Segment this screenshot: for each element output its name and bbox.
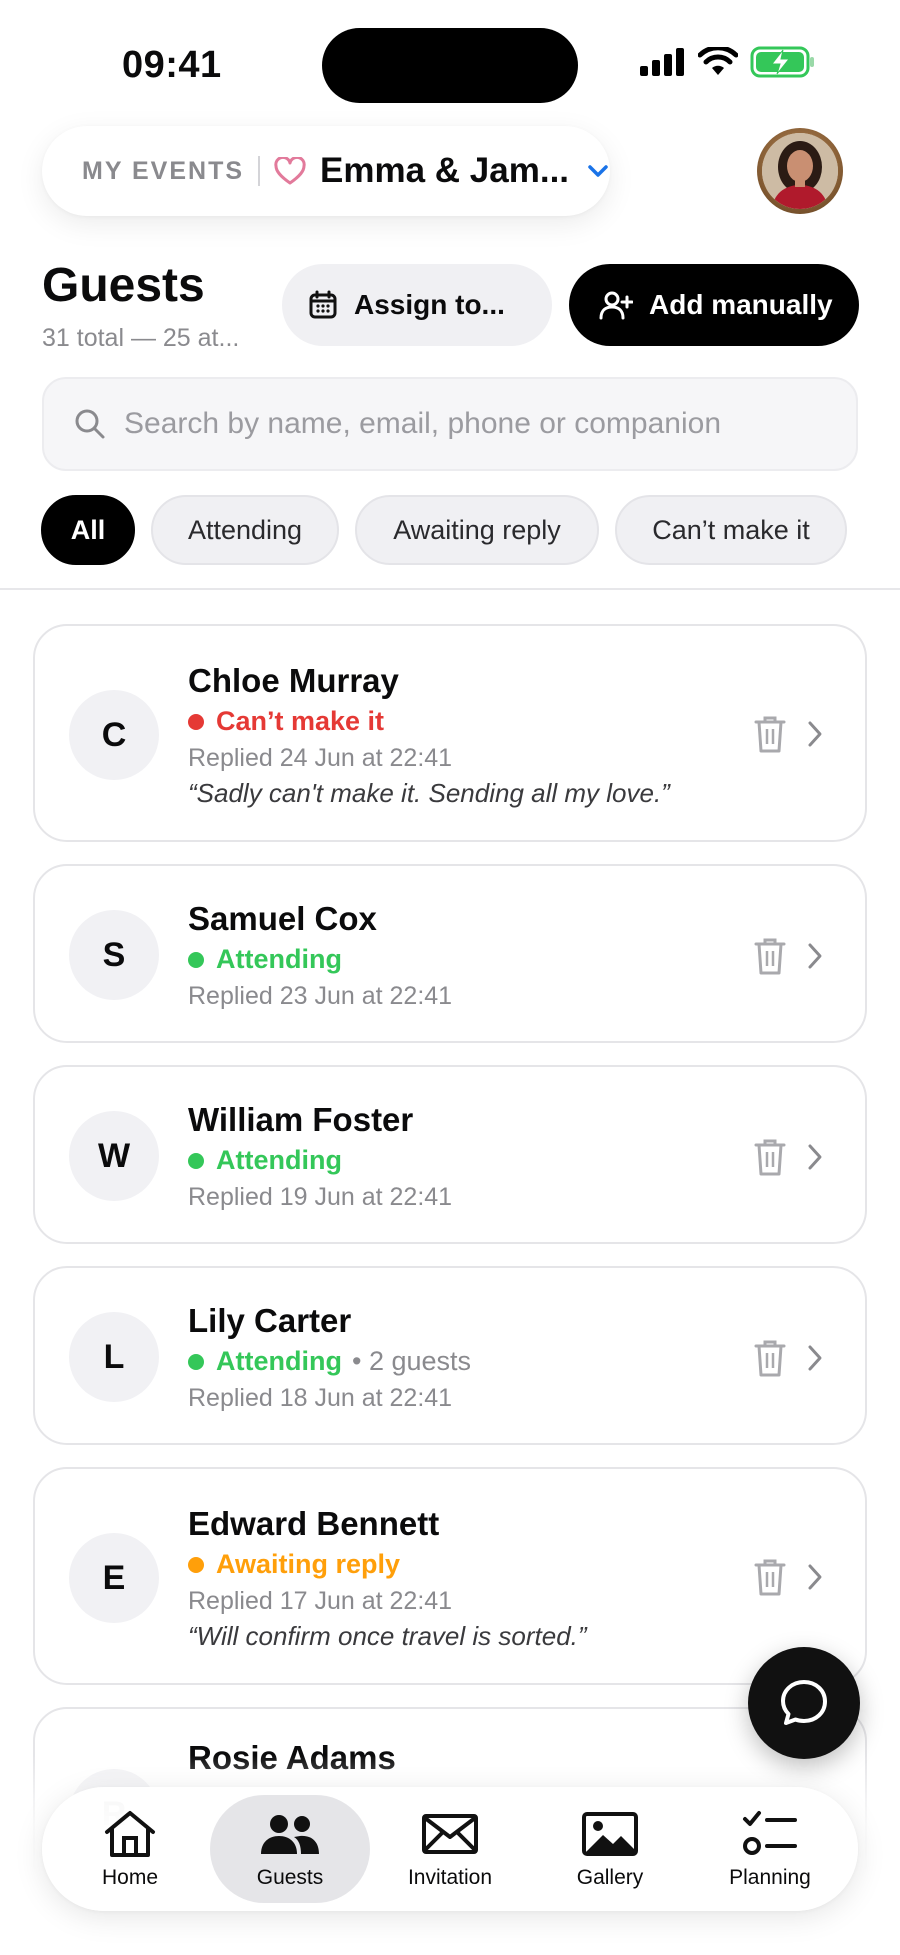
status-dot bbox=[188, 713, 204, 730]
add-person-icon bbox=[599, 291, 633, 320]
home-icon bbox=[102, 1808, 158, 1860]
chevron-right-icon bbox=[808, 721, 822, 747]
guest-replied-date: Replied 18 Jun at 22:41 bbox=[188, 1384, 453, 1412]
guest-initial-avatar: C bbox=[69, 690, 159, 780]
wifi-icon bbox=[698, 47, 738, 75]
status-dot bbox=[188, 1152, 204, 1169]
tab-guests-label: Guests bbox=[256, 1866, 324, 1889]
guest-status-label: Attending bbox=[216, 944, 342, 974]
guest-replied-date: Replied 17 Jun at 22:41 bbox=[188, 1587, 453, 1615]
guest-card[interactable]: L Lily Carter Attending • 2 guests Repli… bbox=[33, 1266, 867, 1445]
guest-replied-date: Replied 19 Jun at 22:41 bbox=[188, 1183, 453, 1211]
status-time: 09:41 bbox=[122, 44, 222, 86]
checklist-icon bbox=[741, 1808, 799, 1860]
guest-status: Attending bbox=[188, 1145, 342, 1176]
trash-icon[interactable] bbox=[753, 714, 787, 754]
tab-planning-label: Planning bbox=[729, 1866, 811, 1889]
guest-note: “Will confirm once travel is sorted.” bbox=[188, 1621, 587, 1651]
page-title: Guests bbox=[42, 259, 205, 312]
status-dot bbox=[188, 1353, 204, 1370]
filter-awaiting-reply[interactable]: Awaiting reply bbox=[355, 495, 599, 565]
search-icon bbox=[75, 409, 105, 439]
guest-initial-avatar: L bbox=[69, 1312, 159, 1402]
tab-gallery[interactable]: Gallery bbox=[530, 1795, 690, 1903]
status-dot bbox=[188, 951, 204, 968]
guest-name: Edward Bennett bbox=[188, 1505, 440, 1542]
filter-attending[interactable]: Attending bbox=[151, 495, 339, 565]
envelope-icon bbox=[421, 1808, 479, 1860]
chat-button[interactable] bbox=[748, 1647, 860, 1759]
status-dot bbox=[188, 1556, 204, 1573]
guest-status-label: Can’t make it bbox=[216, 706, 385, 736]
divider bbox=[258, 156, 261, 186]
image-icon bbox=[581, 1808, 639, 1860]
guest-card[interactable]: W William Foster Attending Replied 19 Ju… bbox=[33, 1065, 867, 1244]
heart-icon bbox=[274, 155, 308, 187]
chevron-right-icon bbox=[808, 1564, 822, 1590]
guest-name: Samuel Cox bbox=[188, 900, 377, 937]
tab-invitation-label: Invitation bbox=[407, 1866, 493, 1889]
guest-card[interactable]: E Edward Bennett Awaiting reply Replied … bbox=[33, 1467, 867, 1685]
add-manually-button[interactable]: Add manually bbox=[569, 264, 859, 346]
my-events-label: MY EVENTS bbox=[82, 156, 245, 185]
guest-initial-avatar: W bbox=[69, 1111, 159, 1201]
tab-home[interactable]: Home bbox=[50, 1795, 210, 1903]
status-icons bbox=[640, 46, 816, 78]
chevron-right-icon bbox=[808, 943, 822, 969]
chevron-right-icon bbox=[808, 1345, 822, 1371]
guest-name: Lily Carter bbox=[188, 1302, 352, 1339]
filter-chips: All Attending Awaiting reply Can’t make … bbox=[41, 495, 847, 565]
guest-status: Attending bbox=[188, 944, 342, 975]
guest-status-label: Attending bbox=[216, 1145, 342, 1175]
companion-count: • 2 guests bbox=[351, 1346, 472, 1376]
event-switcher[interactable]: MY EVENTS Emma & Jam... bbox=[42, 126, 610, 216]
tab-gallery-label: Gallery bbox=[576, 1866, 644, 1889]
tab-guests[interactable]: Guests bbox=[210, 1795, 370, 1903]
guest-status-label: Attending bbox=[216, 1346, 342, 1376]
trash-icon[interactable] bbox=[753, 1557, 787, 1597]
trash-icon[interactable] bbox=[753, 1137, 787, 1177]
guest-status-label: Awaiting reply bbox=[216, 1549, 401, 1579]
signal-icon bbox=[640, 48, 684, 76]
profile-avatar[interactable] bbox=[757, 128, 843, 214]
guest-name: Chloe Murray bbox=[188, 662, 399, 699]
filter-all[interactable]: All bbox=[41, 495, 135, 565]
tab-invitation[interactable]: Invitation bbox=[370, 1795, 530, 1903]
tab-home-label: Home bbox=[101, 1866, 159, 1889]
guest-note: “Sadly can't make it. Sending all my lov… bbox=[188, 778, 670, 808]
add-manually-label: Add manually bbox=[649, 289, 833, 320]
tab-planning[interactable]: Planning bbox=[690, 1795, 850, 1903]
guest-status: Attending • 2 guests bbox=[188, 1346, 471, 1377]
search-bar[interactable] bbox=[42, 377, 858, 471]
guest-card[interactable]: C Chloe Murray Can’t make it Replied 24 … bbox=[33, 624, 867, 842]
guest-name: William Foster bbox=[188, 1101, 414, 1138]
dynamic-island bbox=[322, 28, 578, 103]
assign-to-button[interactable]: Assign to... bbox=[282, 264, 552, 346]
guest-replied-date: Replied 23 Jun at 22:41 bbox=[188, 982, 453, 1010]
tab-bar: Home Guests Invitation Gallery Planning bbox=[42, 1787, 858, 1911]
chevron-right-icon bbox=[808, 1144, 822, 1170]
guest-replied-date: Replied 24 Jun at 22:41 bbox=[188, 744, 453, 772]
event-name: Emma & Jam... bbox=[320, 151, 570, 190]
guest-initial-avatar: S bbox=[69, 910, 159, 1000]
calendar-icon bbox=[309, 290, 337, 319]
divider bbox=[0, 588, 900, 590]
status-bar: 09:41 bbox=[0, 0, 900, 120]
guest-status: Can’t make it bbox=[188, 706, 384, 737]
chat-bubble-icon bbox=[781, 1680, 827, 1725]
battery-charging-icon bbox=[750, 46, 814, 78]
avatar-photo bbox=[762, 133, 838, 209]
guest-card[interactable]: S Samuel Cox Attending Replied 23 Jun at… bbox=[33, 864, 867, 1043]
guest-status: Awaiting reply bbox=[188, 1549, 400, 1580]
guest-summary: 31 total — 25 at... bbox=[42, 324, 240, 352]
trash-icon[interactable] bbox=[753, 936, 787, 976]
assign-to-label: Assign to... bbox=[354, 289, 505, 320]
search-input[interactable] bbox=[124, 407, 824, 441]
guests-icon bbox=[258, 1808, 322, 1860]
guest-initial-avatar: E bbox=[69, 1533, 159, 1623]
chevron-down-icon bbox=[587, 164, 609, 178]
filter-cant-make-it[interactable]: Can’t make it bbox=[615, 495, 847, 565]
trash-icon[interactable] bbox=[753, 1338, 787, 1378]
